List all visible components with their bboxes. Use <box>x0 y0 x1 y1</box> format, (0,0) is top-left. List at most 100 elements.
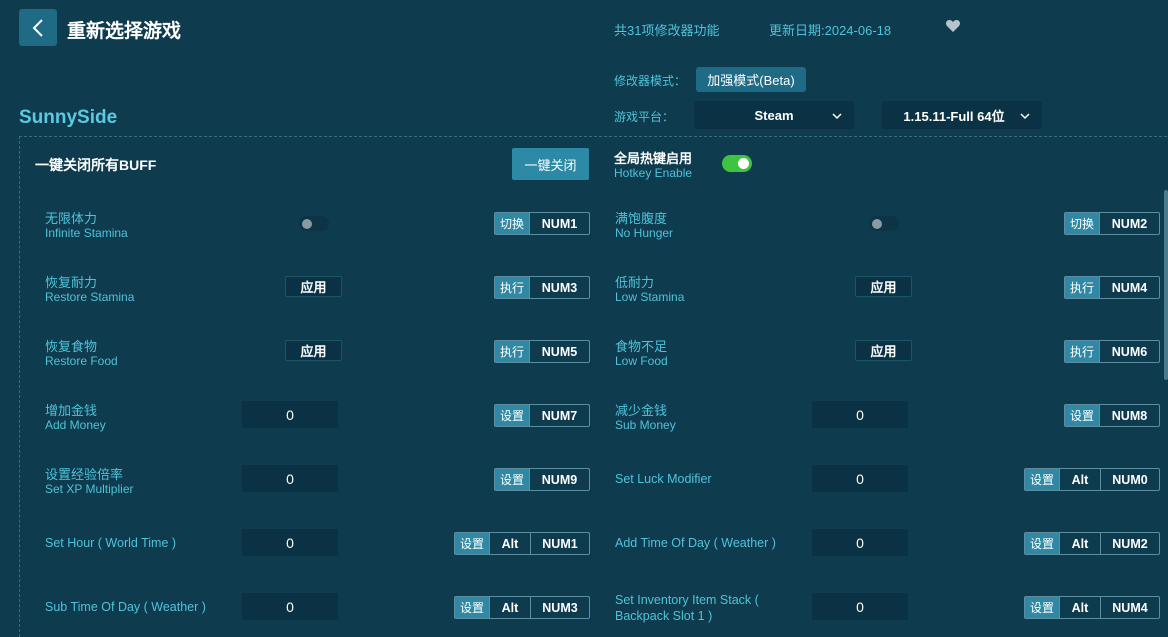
back-button[interactable] <box>19 9 57 46</box>
low-stamina-apply-button[interactable]: 应用 <box>855 276 912 297</box>
item-sublabel: Sub Money <box>615 418 676 432</box>
hotkey-action: 执行 <box>495 341 529 362</box>
hotkey-infinite-stamina[interactable]: 切换 NUM1 <box>494 212 590 235</box>
hotkey-key: NUM2 <box>1099 213 1159 234</box>
feature-count: 共31项修改器功能 <box>614 23 720 38</box>
item-sublabel: Set XP Multiplier <box>45 482 134 496</box>
infinite-stamina-toggle[interactable] <box>299 216 329 231</box>
hotkey-key: NUM3 <box>530 597 589 618</box>
hotkey-add-time[interactable]: 设置 Alt NUM2 <box>1024 532 1160 555</box>
set-hour-input[interactable]: 0 <box>242 529 338 556</box>
hotkey-action: 执行 <box>1065 341 1099 362</box>
sub-time-input[interactable]: 0 <box>242 593 338 620</box>
hotkey-key: NUM9 <box>529 469 589 490</box>
heart-icon <box>945 20 961 32</box>
restore-food-apply-button[interactable]: 应用 <box>285 340 342 361</box>
hotkey-action: 执行 <box>1065 277 1099 298</box>
no-hunger-toggle[interactable] <box>869 216 899 231</box>
hotkey-luck-modifier[interactable]: 设置 Alt NUM0 <box>1024 468 1160 491</box>
hotkey-sub-money[interactable]: 设置 NUM8 <box>1064 404 1160 427</box>
page-title[interactable]: 重新选择游戏 <box>67 16 181 43</box>
item-sublabel: Restore Stamina <box>45 290 135 304</box>
hotkey-xp-multiplier[interactable]: 设置 NUM9 <box>494 468 590 491</box>
restore-stamina-apply-button[interactable]: 应用 <box>285 276 342 297</box>
item-label: Set Inventory Item Stack ( <box>615 593 759 607</box>
platform-label: 游戏平台： <box>614 110 675 124</box>
low-food-apply-button[interactable]: 应用 <box>855 340 912 361</box>
hotkey-modifier: Alt <box>489 533 530 554</box>
item-label: 低耐力 <box>615 275 655 290</box>
luck-modifier-input[interactable]: 0 <box>812 465 908 492</box>
chevron-left-icon <box>32 18 43 37</box>
item-label: 恢复食物 <box>45 339 98 354</box>
hotkey-set-hour[interactable]: 设置 Alt NUM1 <box>454 532 590 555</box>
version-value: 1.15.11-Full 64位 <box>903 108 1005 124</box>
hotkey-action: 设置 <box>495 469 529 490</box>
hotkey-restore-food[interactable]: 执行 NUM5 <box>494 340 590 363</box>
hotkey-restore-stamina[interactable]: 执行 NUM3 <box>494 276 590 299</box>
version-select[interactable]: 1.15.11-Full 64位 <box>882 101 1042 129</box>
hotkey-inventory-stack[interactable]: 设置 Alt NUM4 <box>1024 596 1160 619</box>
item-sublabel: No Hunger <box>615 226 674 240</box>
hotkey-low-food[interactable]: 执行 NUM6 <box>1064 340 1160 363</box>
hotkey-key: NUM6 <box>1099 341 1159 362</box>
hotkey-action: 设置 <box>455 533 489 554</box>
scrollbar[interactable] <box>1164 190 1168 380</box>
hotkey-enable-toggle[interactable] <box>722 155 752 172</box>
update-date: 更新日期:2024-06-18 <box>769 23 892 38</box>
hotkey-action: 设置 <box>1025 533 1059 554</box>
hotkey-key: NUM2 <box>1100 533 1159 554</box>
favorite-button[interactable] <box>945 18 963 36</box>
hotkey-action: 执行 <box>495 277 529 298</box>
hotkey-low-stamina[interactable]: 执行 NUM4 <box>1064 276 1160 299</box>
buff-title: 一键关闭所有BUFF <box>35 157 157 173</box>
hotkey-add-money[interactable]: 设置 NUM7 <box>494 404 590 427</box>
item-label: 设置经验倍率 <box>45 467 124 482</box>
hotkey-modifier: Alt <box>1059 469 1100 490</box>
hotkey-modifier: Alt <box>489 597 530 618</box>
item-label: Sub Time Of Day ( Weather ) <box>45 600 206 614</box>
item-label: 增加金钱 <box>45 403 98 418</box>
item-label: 无限体力 <box>45 211 98 226</box>
hotkey-enable-sublabel: Hotkey Enable <box>614 166 693 180</box>
item-label-line2: Backpack Slot 1 ) <box>615 609 713 623</box>
mode-badge[interactable]: 加强模式(Beta) <box>696 67 806 92</box>
hotkey-key: NUM1 <box>530 533 589 554</box>
hotkey-key: NUM4 <box>1100 597 1159 618</box>
hotkey-no-hunger[interactable]: 切换 NUM2 <box>1064 212 1160 235</box>
hotkey-key: NUM1 <box>529 213 589 234</box>
hotkey-action: 设置 <box>1025 469 1059 490</box>
item-label: Add Time Of Day ( Weather ) <box>615 536 776 550</box>
hotkey-modifier: Alt <box>1059 597 1100 618</box>
hotkey-key: NUM8 <box>1099 405 1159 426</box>
hotkey-modifier: Alt <box>1059 533 1100 554</box>
hotkey-action: 切换 <box>495 213 529 234</box>
hotkey-key: NUM7 <box>529 405 589 426</box>
add-money-input[interactable]: 0 <box>242 401 338 428</box>
chevron-down-icon <box>1020 113 1030 120</box>
game-name: SunnySide <box>19 107 118 128</box>
platform-value: Steam <box>754 107 794 123</box>
item-sublabel: Low Food <box>615 354 668 368</box>
chevron-down-icon <box>832 113 842 120</box>
item-label: Set Luck Modifier <box>615 472 712 486</box>
hotkey-action: 设置 <box>455 597 489 618</box>
sub-money-input[interactable]: 0 <box>812 401 908 428</box>
xp-multiplier-input[interactable]: 0 <box>242 465 338 492</box>
platform-select[interactable]: Steam <box>694 101 854 129</box>
inventory-stack-input[interactable]: 0 <box>812 593 908 620</box>
item-label: 食物不足 <box>615 339 668 354</box>
item-sublabel: Restore Food <box>45 354 118 368</box>
mode-label: 修改器模式： <box>614 74 687 88</box>
item-label: 满饱腹度 <box>615 211 668 226</box>
hotkey-action: 设置 <box>1065 405 1099 426</box>
hotkey-sub-time[interactable]: 设置 Alt NUM3 <box>454 596 590 619</box>
add-time-input[interactable]: 0 <box>812 529 908 556</box>
item-sublabel: Infinite Stamina <box>45 226 128 240</box>
hotkey-enable-label: 全局热键启用 <box>614 151 693 166</box>
item-sublabel: Low Stamina <box>615 290 685 304</box>
hotkey-key: NUM0 <box>1100 469 1159 490</box>
item-label: 恢复耐力 <box>45 275 98 290</box>
close-all-buff-button[interactable]: 一键关闭 <box>512 148 589 180</box>
hotkey-action: 设置 <box>1025 597 1059 618</box>
